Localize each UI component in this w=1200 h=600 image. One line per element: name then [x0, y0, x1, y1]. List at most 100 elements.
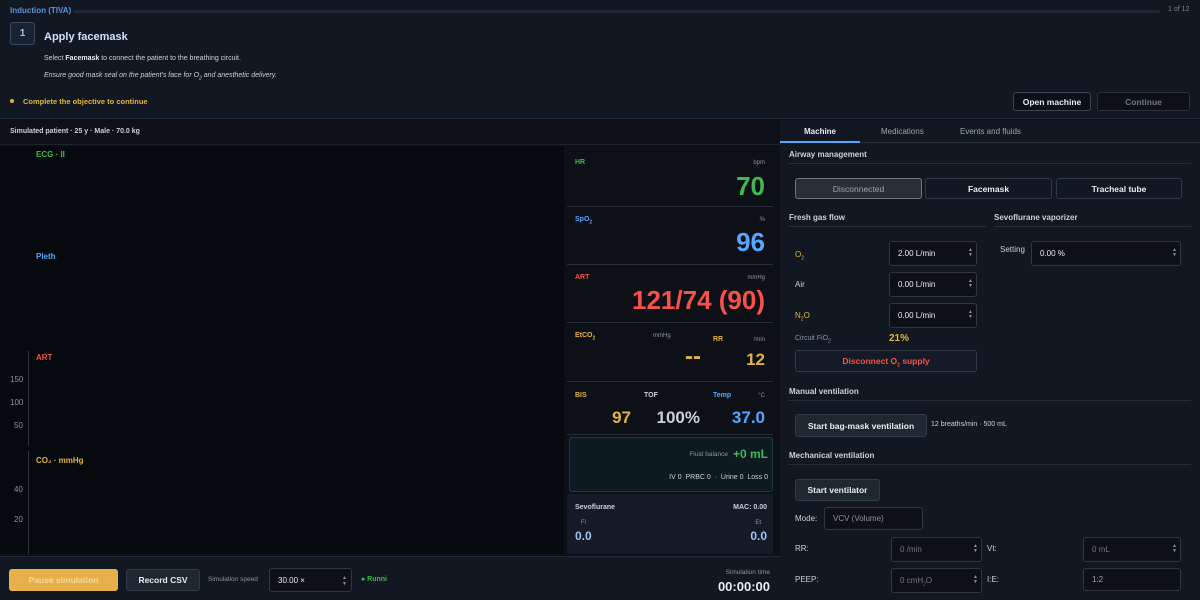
tab-events-and-fluids[interactable]: Events and fluids	[960, 127, 1021, 136]
tab-medications[interactable]: Medications	[881, 127, 924, 136]
rr-setting-input[interactable]: 0 /min ▲ ▼	[891, 537, 982, 562]
step-number-badge: 1	[10, 22, 35, 45]
speed-label: Simulation speed	[208, 576, 258, 583]
fluid-value: +0 mL	[732, 447, 768, 461]
airway-facemask-button[interactable]: Facemask	[925, 178, 1052, 199]
fluid-balance-card: Fluid balance +0 mL IV 0 PRBC 0 · Urine …	[569, 437, 773, 492]
simulation-controls: Pause simulation Record CSV Simulation s…	[0, 556, 780, 600]
stepper-arrows-icon[interactable]: ▲ ▼	[1172, 544, 1177, 554]
machine-panel: Machine Medications Events and fluids Ai…	[780, 120, 1200, 600]
stepper-arrows-icon[interactable]: ▲ ▼	[973, 575, 978, 585]
co2-tick: 40	[14, 485, 23, 494]
vaporizer-setting-input[interactable]: 0.00 % ▲ ▼	[1031, 241, 1181, 266]
stepper-arrows-icon[interactable]: ▲ ▼	[968, 248, 973, 258]
ie-input[interactable]: 1:2	[1083, 568, 1181, 591]
vitals-monitor: HR bpm 70 SpO2 % 96 ART mmHg 121/74 (90)…	[565, 149, 775, 554]
divider	[994, 226, 1191, 227]
rr-value: 12	[746, 350, 765, 369]
disconnect-o2-button[interactable]: Disconnect O2 supply	[795, 350, 977, 372]
mac-value: MAC: 0.00	[733, 504, 767, 511]
art-label: ART	[36, 353, 53, 362]
mechanical-ventilation-title: Mechanical ventilation	[789, 451, 875, 460]
start-ventilator-button[interactable]: Start ventilator	[795, 479, 880, 501]
stepper-arrows-icon[interactable]: ▲ ▼	[968, 279, 973, 289]
peep-label: PEEP:	[795, 575, 819, 584]
fresh-gas-flow-title: Fresh gas flow	[789, 213, 846, 222]
n2o-label: N2O	[795, 311, 810, 323]
speed-stepper[interactable]: 30.00 × ▲ ▼	[269, 568, 352, 592]
sim-time-value: 00:00:00	[717, 579, 770, 594]
vt-label: Vt:	[987, 544, 997, 553]
fluid-label: Fluid balance	[689, 451, 728, 458]
bis-label: BIS	[575, 392, 587, 399]
waveform-panel: ECG · II Pleth ART 150 100 50 CO₂ · mmHg…	[0, 146, 564, 554]
art-tick: 100	[10, 398, 24, 407]
airway-title: Airway management	[789, 150, 867, 159]
hr-unit: bpm	[753, 160, 765, 166]
vt-input[interactable]: 0 mL ▲ ▼	[1083, 537, 1181, 562]
art-value: 121/74 (90)	[632, 285, 765, 315]
speed-value: 30.00 ×	[278, 576, 305, 585]
hr-label: HR	[575, 159, 586, 166]
temp-label: Temp	[713, 392, 732, 399]
dot-icon	[10, 99, 14, 103]
art-tick: 150	[10, 375, 24, 384]
step-progress-bar	[74, 10, 1160, 13]
hr-card: HR bpm 70	[567, 149, 773, 207]
divider	[789, 163, 1191, 164]
stepper-arrows-icon[interactable]: ▲ ▼	[973, 544, 978, 554]
step-panel: Induction (TIVA) 1 of 12 1 Apply facemas…	[0, 0, 1200, 119]
spo2-value: 96	[736, 227, 765, 257]
air-flow-input[interactable]: 0.00 L/min ▲ ▼	[889, 272, 977, 297]
divider	[789, 400, 1191, 401]
pleth-label: Pleth	[36, 252, 56, 261]
peep-input[interactable]: 0 cmH2O ▲ ▼	[891, 568, 982, 593]
step-note: Ensure good mask seal on the patient's f…	[44, 72, 277, 82]
divider	[789, 464, 1191, 465]
mode-label: Mode:	[795, 514, 818, 523]
et-label: Et	[755, 520, 761, 526]
bis-value: 97	[612, 408, 631, 427]
art-card: ART mmHg 121/74 (90)	[567, 266, 773, 323]
active-tab-indicator	[780, 141, 860, 143]
objective-status: Complete the objective to continue	[10, 97, 148, 106]
manual-ventilation-title: Manual ventilation	[789, 387, 859, 396]
co2-axis-line	[28, 451, 29, 554]
step-count: 1 of 12	[1168, 6, 1190, 13]
breadcrumb: Induction (TIVA)	[10, 6, 72, 15]
patient-info: Simulated patient · 25 y · Male · 70.0 k…	[10, 128, 140, 135]
temp-unit: °C	[758, 393, 765, 399]
stepper-arrows-icon[interactable]: ▲ ▼	[342, 575, 347, 587]
fi-value: 0.0	[575, 529, 592, 543]
o2-flow-input[interactable]: 2.00 L/min ▲ ▼	[889, 241, 977, 266]
mode-select[interactable]: VCV (Volume)	[824, 507, 923, 530]
spo2-card: SpO2 % 96	[567, 208, 773, 265]
record-csv-button[interactable]: Record CSV	[126, 569, 200, 591]
open-machine-button[interactable]: Open machine	[1013, 92, 1091, 111]
rr-setting-label: RR:	[795, 544, 809, 553]
fluid-detail: IV 0 PRBC 0 · Urine 0 Loss 0	[669, 474, 768, 481]
etco2-value: --	[685, 343, 701, 370]
stepper-arrows-icon[interactable]: ▲ ▼	[1172, 248, 1177, 258]
art-tick: 50	[14, 421, 23, 430]
art-vital-label: ART	[575, 274, 590, 281]
etco2-card: EtCO2 mmHg -- RR /min 12	[567, 324, 773, 382]
step-title: Apply facemask	[44, 31, 128, 43]
stepper-arrows-icon[interactable]: ▲ ▼	[968, 310, 973, 320]
sevo-label: Sevoflurane	[575, 504, 616, 511]
spo2-unit: %	[759, 217, 765, 223]
tof-label: TOF	[644, 392, 658, 399]
continue-button[interactable]: Continue	[1097, 92, 1190, 111]
airway-tracheal-tube-button[interactable]: Tracheal tube	[1056, 178, 1182, 199]
airway-disconnected-button[interactable]: Disconnected	[795, 178, 922, 199]
co2-tick: 20	[14, 515, 23, 524]
start-bag-mask-button[interactable]: Start bag-mask ventilation	[795, 414, 927, 437]
tab-machine[interactable]: Machine	[804, 127, 836, 136]
ecg-label: ECG · II	[36, 150, 65, 159]
rr-label: RR	[713, 336, 724, 343]
step-instruction: Select Facemask to connect the patient t…	[44, 55, 241, 62]
tof-value: 100%	[656, 408, 700, 427]
rr-unit: /min	[753, 337, 765, 343]
pause-simulation-button[interactable]: Pause simulation	[9, 569, 118, 591]
n2o-flow-input[interactable]: 0.00 L/min ▲ ▼	[889, 303, 977, 328]
